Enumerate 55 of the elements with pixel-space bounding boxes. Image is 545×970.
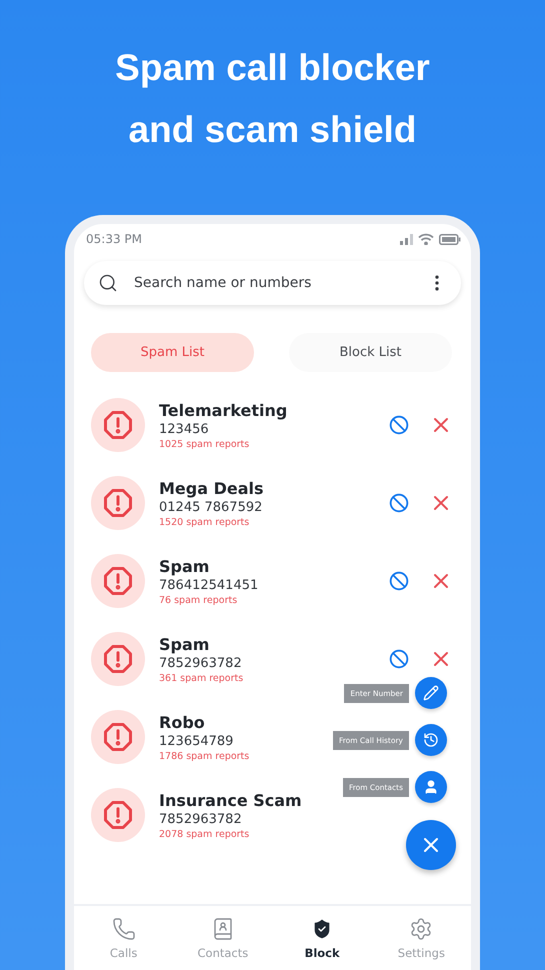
fab-option-button[interactable] (415, 771, 447, 803)
history-icon (423, 732, 439, 748)
settings-icon (409, 916, 434, 940)
block-button[interactable] (389, 571, 409, 591)
spam-report-count: 1520 spam reports (159, 516, 250, 528)
block-button[interactable] (389, 649, 409, 669)
block-icon (389, 649, 409, 669)
headline: Spam call blocker (115, 46, 430, 90)
nav-item[interactable]: Contacts (178, 916, 268, 960)
tab[interactable]: Block List (289, 333, 452, 372)
phone-number: 123456 (159, 422, 209, 436)
spam-report-count: 1786 spam reports (159, 750, 250, 762)
block-button[interactable] (389, 493, 409, 513)
caller-name: Mega Deals (159, 478, 264, 498)
headline: and scam shield (128, 108, 416, 152)
warning-icon (103, 644, 133, 674)
block-icon (389, 493, 409, 513)
nav-item[interactable]: Settings (376, 916, 466, 960)
spam-report-count: 1025 spam reports (159, 438, 250, 450)
phone-number: 123654789 (159, 734, 234, 748)
block-button[interactable] (389, 415, 409, 435)
phone-number: 01245 7867592 (159, 500, 262, 514)
warning-icon (103, 722, 133, 752)
phone-number: 7852963782 (159, 656, 242, 670)
warning-icon (103, 800, 133, 830)
search-icon (98, 273, 118, 293)
warning-icon (103, 410, 133, 440)
battery-icon (439, 234, 461, 244)
caller-name: Telemarketing (159, 400, 288, 420)
block-icon (389, 415, 409, 435)
signal-icon (400, 234, 413, 244)
tab[interactable]: Spam List (91, 333, 254, 372)
spam-report-count: 76 spam reports (159, 594, 238, 606)
caller-name: Insurance Scam (159, 790, 302, 810)
spam-report-count: 361 spam reports (159, 672, 244, 684)
wifi-icon (418, 233, 434, 245)
warning-icon (103, 566, 133, 596)
caller-name: Spam (159, 634, 210, 654)
fab-option-button[interactable] (415, 724, 447, 756)
nav-item[interactable]: Calls (78, 916, 169, 960)
block-icon (389, 571, 409, 591)
phone-icon (112, 916, 136, 940)
close-fab-button[interactable] (406, 820, 456, 870)
caller-name: Spam (159, 556, 210, 576)
phone-number: 786412541451 (159, 578, 258, 592)
fab-option-button[interactable] (415, 677, 447, 709)
search-field[interactable]: Search name or numbers (132, 274, 413, 292)
nav-item[interactable]: Block (277, 916, 368, 960)
caller-name: Robo (159, 712, 205, 732)
spam-report-count: 2078 spam reports (159, 828, 250, 840)
pencil-icon (423, 685, 439, 701)
phone-number: 7852963782 (159, 812, 242, 826)
status-time: 05:33 PM (86, 232, 142, 246)
warning-icon (103, 488, 133, 518)
person-icon (423, 779, 439, 795)
